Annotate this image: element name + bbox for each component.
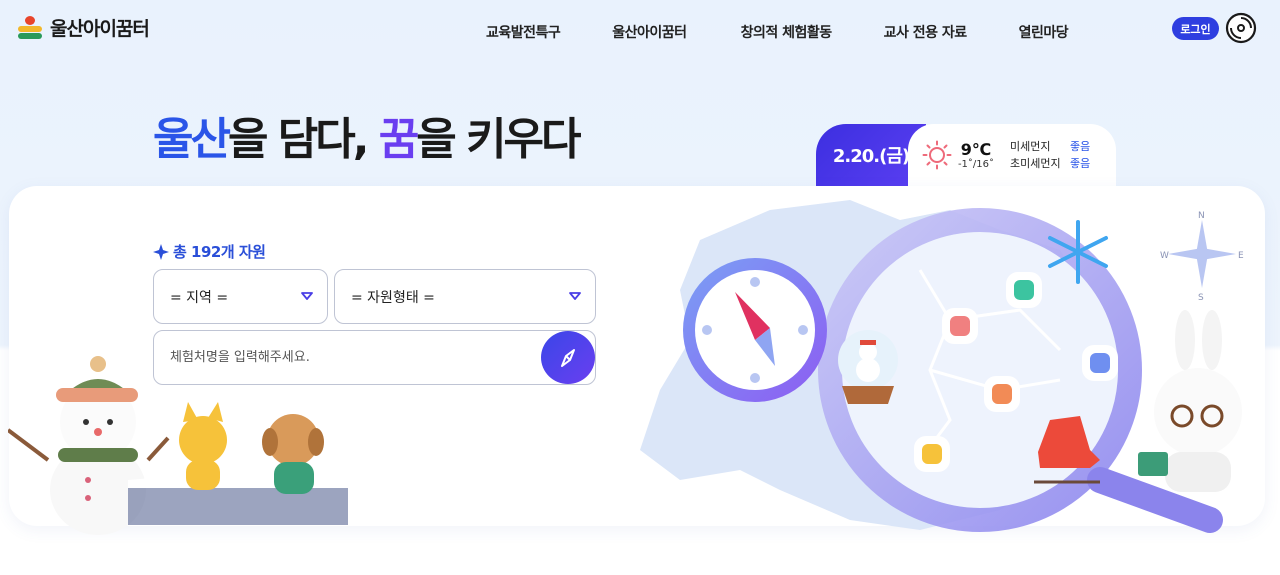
hero-title: 울산을 담다, 꿈을 키우다 [153,110,582,170]
current-temp: 9℃ [960,140,992,159]
fine-dust-value: 좋음 [1070,140,1091,153]
search-button[interactable] [541,331,595,384]
nav-item-open-forum[interactable]: 열린마당 [1019,22,1069,42]
air-quality: 미세먼지 좋음 초미세먼지 좋음 [1010,138,1090,172]
site-header: 울산아이꿈터 교육발전특구 울산아이꿈터 창의적 체험활동 교사 전용 자료 열… [0,0,1280,64]
pin-bulb-icon [942,308,978,344]
hero-title-text2: 을 키우다 [416,114,581,165]
map-illustration: N E S W [640,200,1244,533]
compass-rose-icon: N E S W [1160,211,1244,303]
main-nav: 교육발전특구 울산아이꿈터 창의적 체험활동 교사 전용 자료 열린마당 [486,22,1120,42]
fine-dust-label: 미세먼지 [1010,140,1051,153]
svg-text:S: S [1198,293,1204,303]
pin-person-icon [914,436,950,472]
temperature: 9℃ -1˚/16˚ [956,140,996,170]
cat-character [179,402,227,490]
sitemap-icon[interactable] [1225,12,1257,44]
hero-title-dream: 꿈 [378,114,420,165]
total-resources-label: 총 192개 자원 [173,243,266,261]
nav-item-ulsan-dream[interactable]: 울산아이꿈터 [612,22,687,42]
ultra-fine-dust-value: 좋음 [1070,157,1091,170]
svg-text:E: E [1238,251,1244,261]
snow-ground [128,475,348,525]
pin-ticket-icon [1082,345,1118,381]
region-select[interactable]: = 지역 = [153,269,328,324]
weather-widget: 9℃ -1˚/16˚ 미세먼지 좋음 초미세먼지 좋음 [908,124,1116,186]
snow-globe-icon [838,330,898,404]
login-button[interactable]: 로그인 [1172,17,1219,40]
logo-icon [16,15,44,41]
region-select-value: = 지역 = [170,289,229,306]
site-logo[interactable]: 울산아이꿈터 [16,14,150,41]
pin-plant-icon [984,376,1020,412]
pin-flag-icon [1006,272,1042,308]
sun-icon [922,140,952,170]
chevron-down-icon [301,292,313,300]
resource-type-select[interactable]: = 자원형태 = [334,269,596,324]
chevron-down-icon [569,292,581,300]
resource-type-select-value: = 자원형태 = [351,289,435,306]
compass-search-icon [561,348,575,367]
total-resources: 총 192개 자원 [153,241,266,262]
nav-item-teacher-materials[interactable]: 교사 전용 자료 [884,22,968,42]
sparkle-icon [153,243,169,260]
nav-item-education-zone[interactable]: 교육발전특구 [486,22,561,42]
ultra-fine-dust-label: 초미세먼지 [1010,157,1061,170]
nav-item-creative-activity[interactable]: 창의적 체험활동 [741,22,833,42]
temp-range: -1˚/16˚ [957,159,995,170]
svg-text:W: W [1160,251,1169,261]
logo-text: 울산아이꿈터 [50,18,150,40]
rabbit-character [1138,310,1242,492]
search-input[interactable] [153,330,596,385]
hero-title-text1: 을 담다, [227,114,379,165]
svg-text:N: N [1198,211,1205,221]
hero-title-ulsan: 울산 [153,114,231,165]
